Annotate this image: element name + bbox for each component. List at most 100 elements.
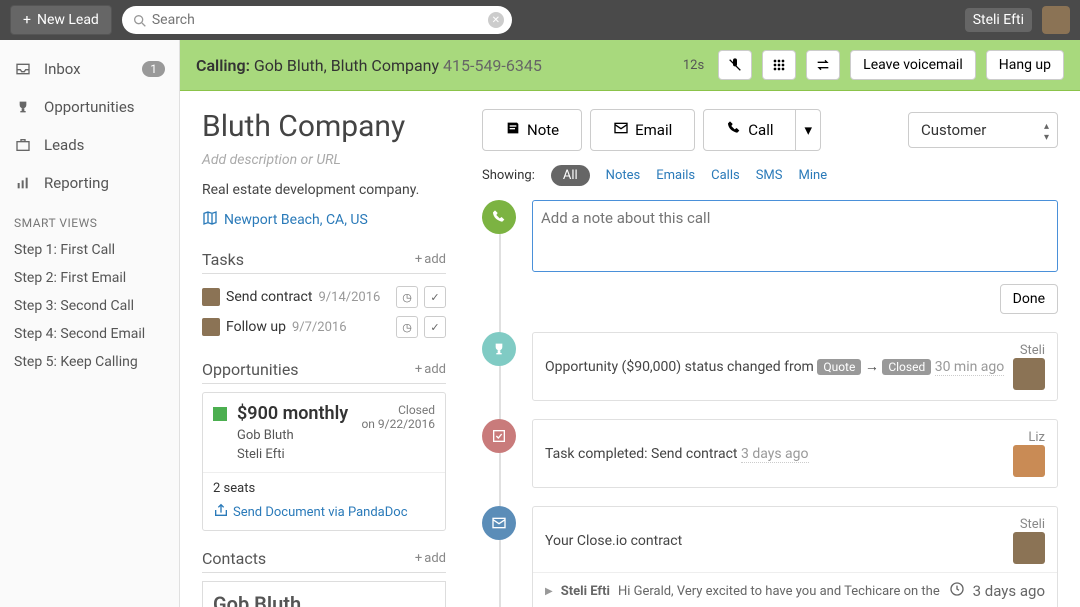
callbar-text: Calling: Gob Bluth, Bluth Company 415-54…	[196, 56, 673, 75]
timeline-item: Task completed: Send contract 3 days ago…	[532, 419, 1058, 488]
search-wrap: ✕	[122, 6, 512, 34]
status-select[interactable]: Customer ▴▾	[908, 112, 1058, 148]
avatar	[1013, 445, 1045, 477]
share-icon	[213, 502, 229, 522]
call-timer: 12s	[683, 58, 704, 73]
contacts-header: Contacts +add	[202, 549, 446, 573]
task-snooze-button[interactable]: ◷	[396, 286, 418, 308]
map-icon	[202, 210, 218, 230]
email-button[interactable]: Email	[590, 109, 695, 151]
voicemail-button[interactable]: Leave voicemail	[850, 50, 976, 80]
nav-opportunities[interactable]: Opportunities	[0, 88, 179, 126]
lead-details: Bluth Company Add description or URL Rea…	[180, 91, 460, 607]
note-button[interactable]: Note	[482, 109, 582, 151]
task-row: Send contract 9/14/2016 ◷ ✓	[202, 282, 446, 312]
user-avatar[interactable]	[1042, 6, 1070, 34]
company-name: Bluth Company	[202, 109, 446, 144]
opportunity-status: Closed	[361, 403, 435, 417]
email-icon	[613, 120, 629, 140]
note-icon	[505, 120, 521, 140]
timeline-item: Opportunity ($90,000) status changed fro…	[532, 332, 1058, 401]
nav-inbox[interactable]: Inbox 1	[0, 50, 179, 88]
task-timeline-icon	[482, 419, 516, 453]
trophy-icon	[14, 99, 32, 115]
transfer-button[interactable]	[806, 50, 840, 80]
feed-user: Liz	[1013, 430, 1045, 445]
user-name: Steli Efti	[973, 12, 1024, 28]
dialpad-button[interactable]	[762, 50, 796, 80]
hangup-button[interactable]: Hang up	[986, 50, 1064, 80]
call-button[interactable]: Call	[703, 109, 796, 151]
arrow-right-icon: →	[865, 359, 879, 375]
plus-icon: +	[23, 12, 31, 28]
add-task[interactable]: +add	[415, 252, 446, 267]
task-avatar	[202, 288, 220, 306]
clear-search-icon[interactable]: ✕	[488, 12, 504, 28]
tasks-header: Tasks +add	[202, 250, 446, 274]
email-subject[interactable]: Your Close.io contract	[545, 533, 1005, 549]
smart-view-item[interactable]: Step 3: Second Call	[0, 292, 179, 320]
nav-label: Reporting	[44, 174, 109, 192]
phone-icon	[726, 120, 742, 140]
task-title[interactable]: Send contract	[226, 289, 312, 305]
call-dropdown[interactable]: ▾	[796, 109, 821, 151]
contact-card[interactable]: Gob Bluth	[202, 581, 446, 607]
task-title[interactable]: Follow up	[226, 319, 286, 335]
inbox-badge: 1	[142, 61, 165, 77]
call-timeline-icon	[482, 200, 516, 234]
filter-sms[interactable]: SMS	[756, 168, 783, 183]
call-button-group: Call ▾	[703, 109, 821, 151]
smart-view-item[interactable]: Step 4: Second Email	[0, 320, 179, 348]
feed-user: Steli	[1013, 517, 1045, 532]
nav-label: Opportunities	[44, 98, 135, 116]
search-input[interactable]	[122, 6, 512, 34]
add-opportunity[interactable]: +add	[415, 362, 446, 377]
activity-feed: Note Email Call ▾ Customer	[460, 91, 1080, 607]
nav-label: Leads	[44, 136, 84, 154]
smart-view-item[interactable]: Step 2: First Email	[0, 264, 179, 292]
inbox-icon	[14, 61, 32, 77]
note-input[interactable]	[532, 200, 1058, 272]
smart-view-item[interactable]: Step 1: First Call	[0, 236, 179, 264]
send-document-link[interactable]: Send Document via PandaDoc	[213, 502, 435, 522]
description-placeholder[interactable]: Add description or URL	[202, 152, 446, 168]
filter-row: Showing: All Notes Emails Calls SMS Mine	[482, 165, 1058, 186]
filter-emails[interactable]: Emails	[656, 168, 695, 183]
chevron-right-icon[interactable]: ▶	[545, 586, 553, 597]
topbar: +New Lead ✕ Steli Efti	[0, 0, 1080, 40]
status-tag: Quote	[817, 359, 861, 375]
task-avatar	[202, 318, 220, 336]
sidebar: Inbox 1 Opportunities Leads Reporting SM…	[0, 40, 180, 607]
add-contact[interactable]: +add	[415, 551, 446, 566]
nav-leads[interactable]: Leads	[0, 126, 179, 164]
smart-views-header: SMART VIEWS	[0, 202, 179, 236]
filter-mine[interactable]: Mine	[799, 168, 828, 183]
user-menu[interactable]: Steli Efti	[965, 8, 1032, 32]
smart-view-item[interactable]: Step 5: Keep Calling	[0, 348, 179, 376]
time-ago: 3 days ago	[741, 446, 809, 463]
email-timeline-icon	[482, 506, 516, 540]
task-row: Follow up 9/7/2016 ◷ ✓	[202, 312, 446, 342]
mute-button[interactable]	[718, 50, 752, 80]
done-button[interactable]: Done	[1000, 284, 1058, 314]
new-lead-button[interactable]: +New Lead	[10, 5, 112, 35]
feed-user: Steli	[1013, 343, 1045, 358]
opportunity-contact: Gob Bluth	[237, 428, 351, 443]
status-square-icon	[213, 407, 227, 421]
opportunity-card[interactable]: $900 monthly Gob Bluth Steli Efti Closed…	[202, 392, 446, 531]
opportunity-close-date: on 9/22/2016	[361, 417, 435, 431]
search-icon	[132, 13, 148, 33]
nav-reporting[interactable]: Reporting	[0, 164, 179, 202]
filter-all[interactable]: All	[551, 165, 590, 186]
company-location[interactable]: Newport Beach, CA, US	[202, 210, 446, 230]
task-date: 9/7/2016	[292, 320, 347, 335]
filter-notes[interactable]: Notes	[606, 168, 641, 183]
email-from: Steli Efti	[561, 584, 610, 599]
clock-icon	[949, 581, 965, 601]
chart-icon	[14, 175, 32, 191]
task-snooze-button[interactable]: ◷	[396, 316, 418, 338]
task-complete-button[interactable]: ✓	[424, 286, 446, 308]
filter-calls[interactable]: Calls	[711, 168, 740, 183]
task-complete-button[interactable]: ✓	[424, 316, 446, 338]
timeline-line	[499, 220, 501, 607]
